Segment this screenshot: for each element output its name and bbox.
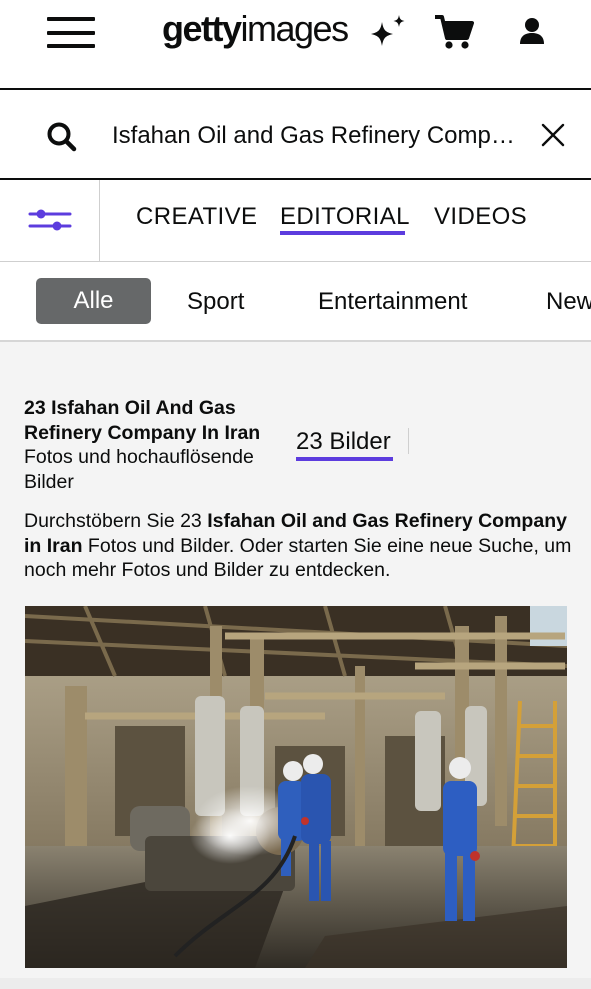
- sparkle-icon[interactable]: [368, 14, 408, 54]
- results-heading: 23 Isfahan Oil And Gas Refinery Company …: [24, 396, 284, 494]
- divider: [408, 428, 409, 454]
- filter-button[interactable]: [0, 180, 100, 262]
- images-count-tab[interactable]: 23 Bilder: [296, 428, 391, 456]
- user-icon[interactable]: [514, 14, 554, 54]
- tab-videos[interactable]: VIDEOS: [434, 203, 527, 231]
- results-subtitle: Fotos und hochauflösende Bilder: [24, 446, 254, 493]
- page-bottom: [0, 978, 591, 989]
- getty-images-logo[interactable]: gettyimages: [162, 8, 349, 50]
- sliders-icon: [28, 209, 72, 231]
- tab-editorial[interactable]: EDITORIAL: [280, 203, 410, 231]
- category-pill-news[interactable]: New: [546, 288, 591, 316]
- cart-icon[interactable]: [434, 14, 474, 54]
- results-title: 23 Isfahan Oil And Gas Refinery Company …: [24, 397, 261, 444]
- tab-creative[interactable]: CREATIVE: [136, 203, 257, 231]
- search-input[interactable]: Isfahan Oil and Gas Refinery Compan…: [112, 122, 527, 150]
- category-pill-entertainment[interactable]: Entertainment: [318, 288, 467, 316]
- results-description: Durchstöbern Sie 23 Isfahan Oil and Gas …: [24, 510, 572, 581]
- menu-icon[interactable]: [47, 17, 95, 49]
- close-icon[interactable]: [540, 122, 566, 148]
- category-pill-alle[interactable]: Alle: [36, 278, 151, 324]
- search-icon[interactable]: [46, 121, 78, 153]
- count-tab-indicator: [296, 457, 393, 461]
- active-tab-indicator: [280, 231, 405, 235]
- result-image[interactable]: [25, 606, 567, 968]
- category-pill-sport[interactable]: Sport: [187, 288, 244, 316]
